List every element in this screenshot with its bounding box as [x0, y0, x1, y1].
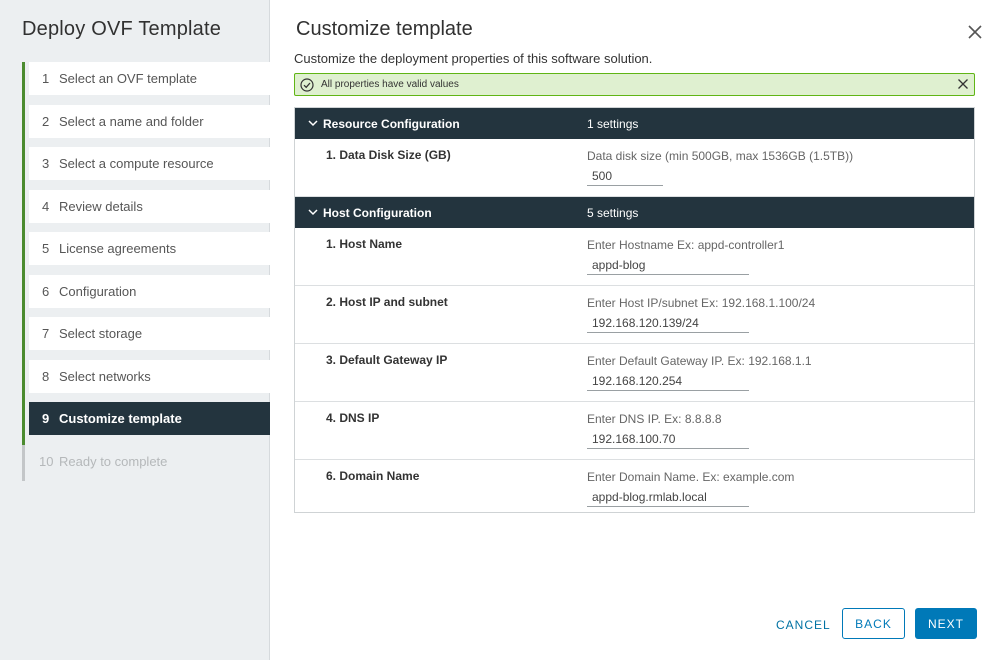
step-number: 1 [42, 71, 50, 86]
step-select-storage[interactable]: 7 Select storage [22, 317, 270, 360]
step-progress-bar [22, 317, 25, 360]
step-select-networks[interactable]: 8 Select networks [22, 359, 270, 403]
property-hint: Data disk size (min 500GB, max 1536GB (1… [587, 149, 854, 163]
alert-text: All properties have valid values [321, 79, 459, 90]
step-number: 6 [42, 283, 50, 299]
step-number: 7 [42, 326, 50, 341]
group-header-resource-configuration[interactable]: Resource Configuration 1 settings [295, 108, 974, 139]
property-row: 1. Data Disk Size (GB) Data disk size (m… [295, 139, 974, 197]
property-row: 1. Host Name Enter Hostname Ex: appd-con… [295, 228, 974, 286]
step-progress-bar [22, 62, 25, 105]
step-progress-bar [22, 189, 25, 233]
property-row: 2. Host IP and subnet Enter Host IP/subn… [295, 286, 974, 344]
property-hint: Enter Domain Name. Ex: example.com [587, 470, 795, 484]
group-name: Host Configuration [323, 205, 432, 220]
property-hint: Enter DNS IP. Ex: 8.8.8.8 [587, 412, 722, 426]
step-ready-to-complete: 10 Ready to complete [22, 444, 270, 481]
step-number: 3 [42, 156, 50, 171]
step-label: Review details [59, 198, 143, 214]
property-hint: Enter Default Gateway IP. Ex: 192.168.1.… [587, 354, 812, 368]
step-customize-template[interactable]: 9 Customize template [22, 402, 270, 445]
wizard-content: Customize template Customize the deploym… [271, 0, 999, 660]
step-label: Select networks [59, 368, 151, 384]
default-gateway-input[interactable]: 192.168.120.254 [587, 373, 749, 391]
step-label: Ready to complete [59, 453, 168, 469]
property-row: 6. Domain Name Enter Domain Name. Ex: ex… [295, 460, 974, 517]
step-number: 5 [42, 241, 50, 256]
dns-ip-input[interactable]: 192.168.100.70 [587, 431, 749, 449]
property-row: 4. DNS IP Enter DNS IP. Ex: 8.8.8.8 192.… [295, 402, 974, 460]
property-label: 2. Host IP and subnet [326, 295, 448, 309]
step-label: License agreements [59, 241, 177, 256]
step-number: 4 [42, 198, 50, 214]
property-label: 1. Host Name [326, 237, 403, 251]
group-header-host-configuration[interactable]: Host Configuration 5 settings [295, 197, 974, 228]
step-progress-bar [22, 104, 25, 148]
property-label: 6. Domain Name [326, 469, 420, 483]
step-configuration[interactable]: 6 Configuration [22, 274, 270, 318]
step-select-ovf-template[interactable]: 1 Select an OVF template [22, 62, 270, 105]
property-hint: Enter Hostname Ex: appd-controller1 [587, 238, 785, 252]
properties-panel: Resource Configuration 1 settings 1. Dat… [294, 107, 975, 513]
step-progress-bar [22, 359, 25, 403]
step-progress-bar [22, 402, 25, 445]
step-progress-bar [22, 232, 25, 275]
host-name-input[interactable]: appd-blog [587, 257, 749, 275]
step-progress-bar [22, 274, 25, 318]
chevron-down-icon [308, 120, 318, 127]
step-number: 9 [42, 411, 50, 426]
property-label: 4. DNS IP [326, 411, 380, 425]
cancel-button[interactable]: CANCEL [776, 618, 831, 632]
check-circle-icon [300, 77, 314, 92]
wizard-sidebar: Deploy OVF Template 1 Select an OVF templ… [0, 0, 270, 660]
property-hint: Enter Host IP/subnet Ex: 192.168.1.100/2… [587, 296, 816, 310]
step-number: 8 [42, 368, 50, 384]
step-list: 1 Select an OVF template 2 Select a name a… [22, 62, 270, 487]
group-count: 5 settings [587, 205, 639, 220]
step-progress-bar [22, 444, 25, 481]
step-select-compute-resource[interactable]: 3 Select a compute resource [22, 147, 270, 190]
step-select-name-folder[interactable]: 2 Select a name and folder [22, 104, 270, 148]
validation-alert: All properties have valid values [294, 73, 975, 96]
page-subtitle: Customize the deployment properties of t… [294, 51, 653, 66]
dialog-title: Deploy OVF Template [22, 18, 222, 40]
step-review-details[interactable]: 4 Review details [22, 189, 270, 233]
step-label: Select a name and folder [59, 113, 204, 129]
step-label: Select storage [59, 326, 143, 341]
data-disk-size-input[interactable]: 500 [587, 168, 663, 186]
step-label: Configuration [59, 283, 137, 299]
step-label: Customize template [59, 411, 182, 426]
step-number: 10 [39, 453, 54, 469]
step-label: Select an OVF template [59, 71, 198, 86]
property-label: 3. Default Gateway IP [326, 353, 448, 367]
property-label: 1. Data Disk Size (GB) [326, 148, 451, 162]
group-count: 1 settings [587, 116, 639, 131]
next-button[interactable]: NEXT [915, 608, 977, 639]
group-name: Resource Configuration [323, 116, 460, 131]
dismiss-alert-icon[interactable] [957, 78, 969, 90]
chevron-down-icon [308, 209, 318, 216]
step-label: Select a compute resource [59, 156, 214, 171]
back-button[interactable]: BACK [842, 608, 905, 639]
domain-name-input[interactable]: appd-blog.rmlab.local [587, 489, 749, 507]
step-progress-bar [22, 147, 25, 190]
property-row: 3. Default Gateway IP Enter Default Gate… [295, 344, 974, 402]
step-number: 2 [42, 113, 50, 129]
step-license-agreements[interactable]: 5 License agreements [22, 232, 270, 275]
page-title: Customize template [296, 18, 473, 40]
close-icon[interactable] [967, 24, 983, 40]
host-ip-subnet-input[interactable]: 192.168.120.139/24 [587, 315, 749, 333]
